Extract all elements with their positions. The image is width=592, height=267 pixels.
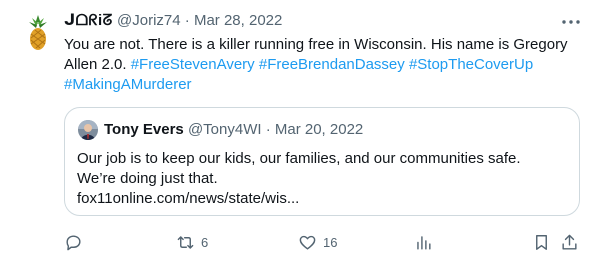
author-handle[interactable]: @Joriz74 bbox=[117, 12, 181, 29]
author-avatar[interactable] bbox=[18, 12, 58, 52]
more-icon bbox=[562, 20, 580, 24]
action-bar: 6 16 bbox=[64, 228, 584, 256]
retweet-button[interactable]: 6 bbox=[176, 228, 208, 256]
hashtag-link[interactable]: #FreeBrendanDassey bbox=[259, 56, 405, 73]
pineapple-avatar-icon bbox=[29, 15, 47, 50]
hashtag-link[interactable]: #FreeStevenAvery bbox=[131, 56, 255, 73]
quoted-tweet[interactable]: Tony Evers @Tony4WI · Mar 20, 2022 Our j… bbox=[64, 107, 580, 216]
reply-button[interactable] bbox=[64, 228, 89, 256]
tweet-header: ᒍᗝᖇiᘔ @Joriz74 · Mar 28, 2022 bbox=[64, 11, 282, 31]
hashtag-link[interactable]: #StopTheCoverUp bbox=[409, 56, 533, 73]
reply-icon bbox=[66, 234, 81, 250]
quoted-author-handle[interactable]: @Tony4WI bbox=[188, 121, 262, 138]
hashtag-link[interactable]: #MakingAMurderer bbox=[64, 76, 192, 93]
author-name[interactable]: ᒍᗝᖇiᘔ bbox=[64, 12, 113, 29]
bookmark-button[interactable] bbox=[532, 228, 551, 256]
like-count: 16 bbox=[323, 234, 338, 250]
share-icon bbox=[562, 234, 577, 250]
like-button[interactable]: 16 bbox=[298, 228, 337, 256]
tweet-text: You are not. There is a killer running f… bbox=[64, 35, 572, 95]
quoted-author-avatar[interactable] bbox=[78, 120, 98, 140]
quoted-text: Our job is to keep our kids, our familie… bbox=[77, 149, 567, 209]
quoted-link[interactable]: fox11online.com/news/state/wis... bbox=[77, 189, 567, 209]
views-icon bbox=[417, 235, 431, 250]
retweet-icon bbox=[177, 235, 194, 249]
quoted-text-line: We’re doing just that. bbox=[77, 170, 218, 187]
bookmark-icon bbox=[536, 234, 547, 250]
retweet-count: 6 bbox=[201, 234, 209, 250]
header-separator: · bbox=[184, 12, 190, 29]
quoted-date[interactable]: Mar 20, 2022 bbox=[275, 121, 363, 138]
share-button[interactable] bbox=[560, 228, 579, 256]
quoted-text-line: Our job is to keep our kids, our familie… bbox=[77, 150, 521, 167]
more-button[interactable] bbox=[560, 11, 582, 33]
quoted-separator: · bbox=[265, 121, 271, 138]
tweet[interactable]: ᒍᗝᖇiᘔ @Joriz74 · Mar 28, 2022 You are no… bbox=[0, 0, 592, 267]
quoted-author-name[interactable]: Tony Evers bbox=[104, 121, 184, 138]
person-avatar-icon bbox=[78, 120, 98, 140]
views-button[interactable] bbox=[414, 228, 439, 256]
like-icon bbox=[299, 235, 316, 250]
quoted-header: Tony Evers @Tony4WI · Mar 20, 2022 bbox=[104, 120, 363, 140]
tweet-date[interactable]: Mar 28, 2022 bbox=[194, 12, 282, 29]
